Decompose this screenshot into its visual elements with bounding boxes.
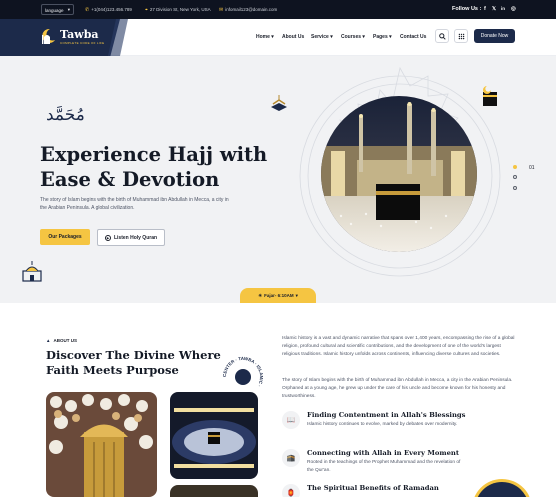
search-button[interactable] (435, 29, 449, 43)
quran-book-icon: 📖 (282, 411, 300, 429)
listen-quran-label: Listen Holy Quran (113, 234, 158, 241)
prayer-time-label: Fajar- 6:10AM (264, 293, 294, 298)
brand-tagline: COMPLETE CODE OF LIFE (60, 41, 105, 45)
nav-home[interactable]: Home ▾ (256, 34, 274, 40)
follow-label: Follow Us : (452, 5, 482, 12)
about-paragraph-2: The story of Islam begins with the birth… (282, 378, 513, 399)
kaaba-icon (483, 86, 497, 106)
feature-title: Finding Contentment in Allah's Blessings (307, 411, 466, 419)
top-bar: language ▾ ✆ +1(044)123.456.789 ⌖ 27 Div… (0, 0, 556, 19)
nav-about-us[interactable]: About Us (282, 34, 304, 40)
chevron-down-icon: ▾ (295, 292, 298, 298)
chevron-down-icon: ▾ (330, 34, 333, 40)
email-info[interactable]: ✉ infomail123@domain.com (219, 7, 277, 13)
mosque-icon: ▲ (46, 338, 51, 343)
facebook-icon[interactable]: f (484, 6, 486, 12)
nav-courses-label: Courses (341, 34, 362, 40)
about-title: Discover The Divine Where Faith Meets Pu… (46, 348, 221, 377)
feature-desc: Rooted in the teachings of the Prophet M… (307, 460, 461, 473)
instagram-icon[interactable]: ◎ (511, 6, 516, 12)
email-text: infomail123@domain.com (225, 7, 278, 12)
feature-title: The Spiritual Benefits of Ramadan (307, 484, 439, 492)
x-twitter-icon[interactable]: 𝕏 (492, 6, 496, 12)
nav-pages[interactable]: Pages ▾ (373, 34, 392, 40)
nav-courses[interactable]: Courses ▾ (341, 34, 365, 40)
phone-number: +1(044)123.456.789 (91, 7, 132, 12)
quran-book-icon (271, 95, 287, 111)
address-info: ⌖ 27 Division St, New York, USA (145, 7, 211, 13)
sun-icon: ☀ (258, 292, 263, 298)
about-paragraph-1: Islamic history is a vast and dynamic na… (282, 336, 515, 357)
pilgrims-image (46, 392, 157, 497)
donate-button[interactable]: Donate Now (474, 29, 515, 43)
nav-contact-us[interactable]: Contact Us (400, 34, 426, 40)
main-header: Tawba COMPLETE CODE OF LIFE Home ▾ About… (0, 19, 556, 56)
location-icon: ⌖ (145, 6, 148, 13)
address-text: 27 Division St, New York, USA (149, 7, 211, 12)
chevron-down-icon: ▾ (271, 34, 274, 40)
slide-number: 01 (529, 165, 535, 171)
kaaba-icon: 🕋 (282, 449, 300, 467)
slide-dot-1[interactable] (513, 165, 517, 169)
nav-home-label: Home (256, 34, 270, 40)
phone-icon: ✆ (85, 6, 90, 13)
chevron-down-icon: ▾ (389, 34, 392, 40)
nav-service[interactable]: Service ▾ (311, 34, 333, 40)
about-tag: ▲ ABOUT US (46, 338, 77, 343)
kaaba-aerial-image (170, 392, 258, 479)
mosque-logo-icon (42, 28, 55, 44)
search-icon (438, 32, 446, 40)
language-select-value: language (45, 7, 64, 13)
phone-info[interactable]: ✆ +1(044)123.456.789 (85, 7, 132, 13)
nav-service-label: Service (311, 34, 329, 40)
hero-kaaba-image (321, 96, 477, 252)
our-packages-button[interactable]: Our Packages (40, 229, 90, 245)
linkedin-icon[interactable]: in (501, 6, 505, 11)
slide-dot-3[interactable] (513, 186, 517, 190)
grid-icon (458, 33, 464, 39)
hero-subtitle: The story of Islam begins with the birth… (40, 197, 229, 212)
chevron-down-icon: ▾ (67, 7, 70, 12)
feature-desc: Islamic history continues to evolve, mar… (307, 422, 458, 427)
mosque-lantern-icon (22, 261, 42, 282)
play-icon: ▶ (104, 234, 111, 241)
brand-name: Tawba (60, 28, 99, 41)
mosque-interior-image (170, 485, 258, 497)
nav-pages-label: Pages (373, 34, 388, 40)
chevron-down-icon: ▾ (362, 34, 365, 40)
mail-icon: ✉ (219, 6, 224, 13)
hero-title: Experience Hajj with Ease & Devotion (40, 143, 268, 191)
listen-quran-button[interactable]: ▶ Listen Holy Quran (97, 229, 165, 246)
feature-title: Connecting with Allah in Every Moment (307, 449, 459, 457)
menu-grid-button[interactable] (454, 29, 468, 43)
prayer-time-tab[interactable]: ☀ Fajar- 6:10AM ▾ (240, 288, 316, 303)
arabic-calligraphy: مُحَمَّد (46, 105, 85, 125)
language-select[interactable]: language ▾ (41, 4, 74, 15)
lantern-icon: 🏮 (282, 484, 300, 497)
slide-dot-2[interactable] (513, 175, 517, 179)
about-tag-label: ABOUT US (53, 338, 77, 343)
